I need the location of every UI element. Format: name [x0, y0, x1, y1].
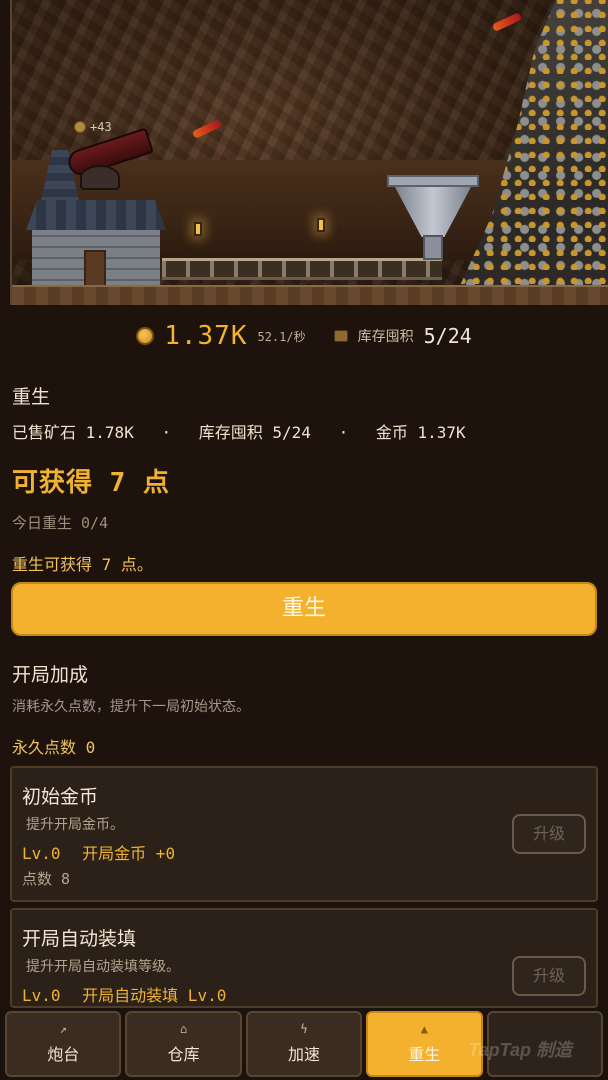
tab-cannon[interactable]: ↗ 炮台 — [5, 1011, 122, 1077]
hopper-funnel — [395, 187, 471, 237]
daily-rebirth-count: 今日重生 0/4 — [12, 514, 109, 532]
cannon-icon: ↗ — [59, 1022, 67, 1036]
upgrade-button[interactable]: 升级 — [512, 956, 586, 996]
upgrade-button[interactable]: 升级 — [512, 814, 586, 854]
ground — [12, 285, 608, 305]
hopper-spout — [423, 235, 443, 260]
coin-icon — [74, 121, 86, 133]
start-bonus-description: 消耗永久点数，提升下一局初始状态。 — [12, 699, 250, 715]
stash-label: 库存囤积 — [357, 329, 414, 345]
resource-bar: 1.37K 52.1/秒 库存囤积 5/24 — [0, 318, 608, 354]
house-door — [84, 250, 106, 290]
gold-rate: 52.1/秒 — [257, 329, 306, 344]
lamp-icon — [194, 222, 202, 236]
tab-rebirth[interactable]: ▲ 重生 — [366, 1011, 483, 1077]
gold-gain-popup: +43 — [74, 120, 112, 134]
rebirth-summary: 已售矿石 1.78K · 库存囤积 5/24 · 金币 1.37K — [12, 419, 466, 443]
start-bonus-title: 开局加成 — [12, 664, 89, 686]
stash-summary-label: 库存囤积 — [198, 423, 263, 442]
card-level-line: Lv.0 开局金币 +0 — [22, 840, 175, 864]
card-level: Lv.0 — [22, 844, 61, 863]
card-effect: 开局自动装填 Lv.0 — [82, 986, 227, 1005]
card-title: 开局自动装填 — [22, 928, 137, 950]
tab-warehouse[interactable]: ⌂ 仓库 — [125, 1011, 242, 1077]
tab-speedup[interactable]: ϟ 加速 — [245, 1011, 363, 1077]
gold-summary-value: 1.37K — [417, 423, 466, 442]
lamp-icon — [317, 218, 325, 232]
rebirth-title: 重生 — [12, 386, 51, 408]
separator: · — [161, 423, 172, 442]
obtainable-points: 可获得 7 点 — [12, 468, 170, 498]
gold-coin-icon — [136, 327, 155, 345]
upgrade-card-initial-gold: 初始金币 提升开局金币。 Lv.0 开局金币 +0 点数 8 升级 — [10, 766, 598, 902]
sold-ore-value: 1.78K — [85, 423, 134, 442]
gold-summary-label: 金币 — [375, 423, 408, 442]
lightning-icon: ϟ — [300, 1022, 308, 1036]
game-scene: +43 — [10, 0, 608, 305]
card-effect: 开局金币 +0 — [82, 844, 176, 863]
tab-label: 加速 — [288, 1045, 321, 1064]
separator: · — [338, 423, 349, 442]
card-title: 初始金币 — [22, 786, 99, 808]
tab-label: 炮台 — [47, 1045, 80, 1064]
card-cost: 点数 8 — [22, 870, 71, 888]
rebirth-icon: ▲ — [420, 1022, 429, 1036]
sold-ore-label: 已售矿石 — [12, 423, 77, 442]
stash-value: 5/24 — [423, 324, 472, 348]
rebirth-button[interactable]: 重生 — [11, 582, 597, 636]
card-description: 提升开局自动装填等级。 — [26, 959, 180, 975]
card-description: 提升开局金币。 — [26, 817, 124, 833]
card-level-line: Lv.0 开局自动装填 Lv.0 — [22, 982, 226, 1006]
hopper-rim — [387, 175, 479, 187]
gold-gain-text: +43 — [90, 120, 112, 134]
taptap-watermark: TapTap 制造 — [468, 1040, 572, 1060]
stash-icon — [333, 330, 348, 342]
gold-amount: 1.37K — [164, 321, 248, 351]
upgrade-card-auto-reload: 开局自动装填 提升开局自动装填等级。 Lv.0 开局自动装填 Lv.0 升级 — [10, 908, 598, 1008]
warehouse-icon: ⌂ — [179, 1022, 188, 1036]
card-level: Lv.0 — [22, 986, 61, 1005]
permanent-points: 永久点数 0 — [12, 738, 96, 757]
rebirth-note: 重生可获得 7 点。 — [12, 555, 153, 574]
cannon-base — [80, 165, 120, 190]
tab-label: 重生 — [408, 1045, 441, 1064]
stash-summary-value: 5/24 — [272, 423, 311, 442]
house-roof — [26, 200, 166, 230]
ore-hopper[interactable] — [387, 175, 479, 265]
tab-label: 仓库 — [167, 1045, 200, 1064]
